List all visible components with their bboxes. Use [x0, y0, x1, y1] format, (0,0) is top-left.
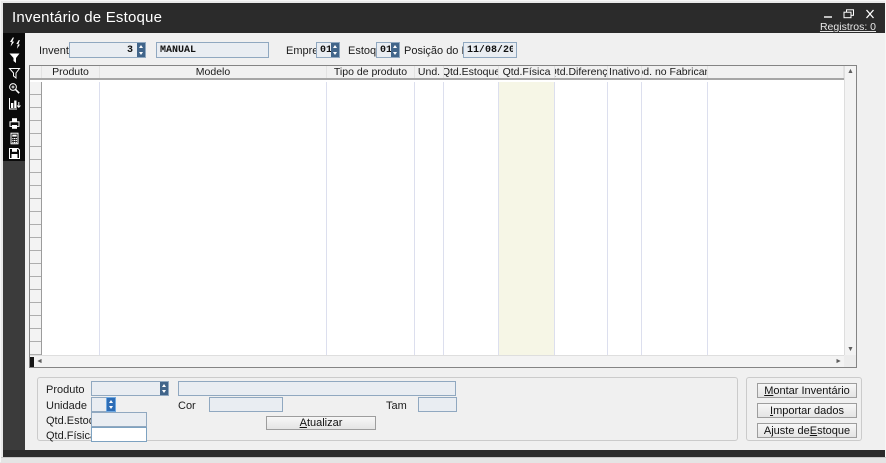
grid-column-qtd-fisica[interactable]: [499, 82, 555, 355]
scroll-left-icon[interactable]: ◄: [36, 358, 43, 365]
page-title: Inventário de Estoque: [12, 9, 162, 26]
montar-inventario-button[interactable]: Montar Inventário: [757, 383, 857, 398]
grid-column-qtd-estoque[interactable]: [444, 82, 499, 355]
unidade-label: Unidade: [46, 400, 87, 412]
cor-label: Cor: [178, 400, 196, 412]
inventario-spinner[interactable]: [137, 43, 145, 57]
inventario-field[interactable]: 3: [69, 42, 146, 58]
window-controls: [821, 8, 877, 20]
column-header-produto[interactable]: Produto: [42, 66, 100, 78]
column-header-inativo[interactable]: Inativo: [608, 66, 642, 78]
scroll-down-icon[interactable]: ▼: [847, 346, 854, 353]
inventario-desc-field[interactable]: MANUAL: [156, 42, 269, 58]
column-header-qtd-estoque[interactable]: Qtd.Estoque: [444, 66, 499, 78]
column-header-und[interactable]: Und.: [415, 66, 444, 78]
grid-column-und[interactable]: [415, 82, 444, 355]
grid-header: Produto Modelo Tipo de produto Und. Qtd.…: [30, 66, 844, 80]
column-header-modelo[interactable]: Modelo: [100, 66, 327, 78]
tam-field[interactable]: [418, 397, 457, 412]
grid-column-qtd-diferenca[interactable]: [555, 82, 608, 355]
toolbar: [3, 33, 25, 161]
importar-dados-button[interactable]: Importar dados: [757, 403, 857, 418]
cor-field[interactable]: [209, 397, 283, 412]
bottom-strip: [3, 450, 885, 457]
atualizar-button[interactable]: Atualizar: [266, 416, 376, 430]
vertical-scrollbar[interactable]: ▲ ▼: [844, 66, 856, 355]
ajuste-estoque-button[interactable]: Ajuste de Estoque: [757, 423, 857, 438]
print-icon[interactable]: [7, 116, 22, 131]
horizontal-scrollbar[interactable]: ◄ ►: [30, 355, 844, 367]
restore-icon[interactable]: [842, 8, 856, 20]
empresa-spinner[interactable]: [331, 43, 339, 57]
row-selector-header: [30, 66, 42, 78]
scroll-right-icon[interactable]: ►: [835, 358, 842, 365]
unidade-field[interactable]: [91, 397, 116, 412]
window-frame-bottom: [1, 457, 886, 463]
grid-body[interactable]: [30, 82, 844, 355]
row-selector-column[interactable]: [30, 82, 42, 355]
posicao-estoque-field[interactable]: 11/08/2022: [463, 42, 517, 58]
inventario-desc-value: MANUAL: [160, 45, 265, 56]
unidade-spinner[interactable]: [107, 398, 115, 411]
column-header-cod-fabricante[interactable]: Cód. no Fabricante: [642, 66, 708, 78]
zoom-search-icon[interactable]: [7, 81, 22, 96]
save-icon[interactable]: [7, 146, 22, 161]
grid-column-filler: [708, 82, 844, 355]
hscroll-thumb[interactable]: [30, 357, 34, 367]
title-bar: Inventário de Estoque Registros: 0: [3, 3, 885, 33]
grid-column-cod-fabricante[interactable]: [642, 82, 708, 355]
detail-produto-desc-field[interactable]: [178, 381, 456, 396]
filter-icon[interactable]: [7, 51, 22, 66]
empresa-field[interactable]: 01: [316, 42, 340, 58]
sync-icon[interactable]: [7, 36, 22, 51]
detail-produto-field[interactable]: [91, 381, 169, 396]
grid-column-produto[interactable]: [42, 82, 100, 355]
column-header-tipo-produto[interactable]: Tipo de produto: [327, 66, 415, 78]
posicao-estoque-value: 11/08/2022: [467, 45, 513, 56]
chart-export-icon[interactable]: [7, 96, 22, 111]
detail-produto-label: Produto: [46, 384, 85, 396]
detail-qtd-fisica-label: Qtd.Física: [46, 430, 96, 442]
inventory-grid: Produto Modelo Tipo de produto Und. Qtd.…: [29, 65, 857, 368]
grid-column-modelo[interactable]: [100, 82, 327, 355]
scroll-up-icon[interactable]: ▲: [847, 68, 854, 75]
scrollbar-corner: [844, 355, 856, 367]
column-header-qtd-diferenca[interactable]: Qtd.Diferença: [555, 66, 608, 78]
minimize-icon[interactable]: [821, 8, 835, 20]
app-window: Inventário de Estoque Registros: 0 Inven…: [0, 0, 886, 462]
close-icon[interactable]: [863, 8, 877, 20]
estoque-field[interactable]: 01: [376, 42, 400, 58]
detail-qtd-fisica-field[interactable]: [91, 427, 147, 442]
estoque-spinner[interactable]: [391, 43, 399, 57]
left-sidebar: [3, 33, 25, 450]
detail-produto-spinner[interactable]: [160, 382, 168, 395]
column-header-filler: [708, 66, 844, 78]
detail-qtd-estoque-field[interactable]: [91, 412, 147, 427]
column-header-qtd-fisica[interactable]: Qtd.Física: [499, 66, 555, 78]
clear-filter-icon[interactable]: [7, 66, 22, 81]
tam-label: Tam: [386, 400, 407, 412]
grid-column-inativo[interactable]: [608, 82, 642, 355]
calculator-icon[interactable]: [7, 131, 22, 146]
grid-column-tipo-produto[interactable]: [327, 82, 415, 355]
inventario-value: 3: [73, 45, 142, 56]
registros-link[interactable]: Registros: 0: [820, 21, 876, 33]
